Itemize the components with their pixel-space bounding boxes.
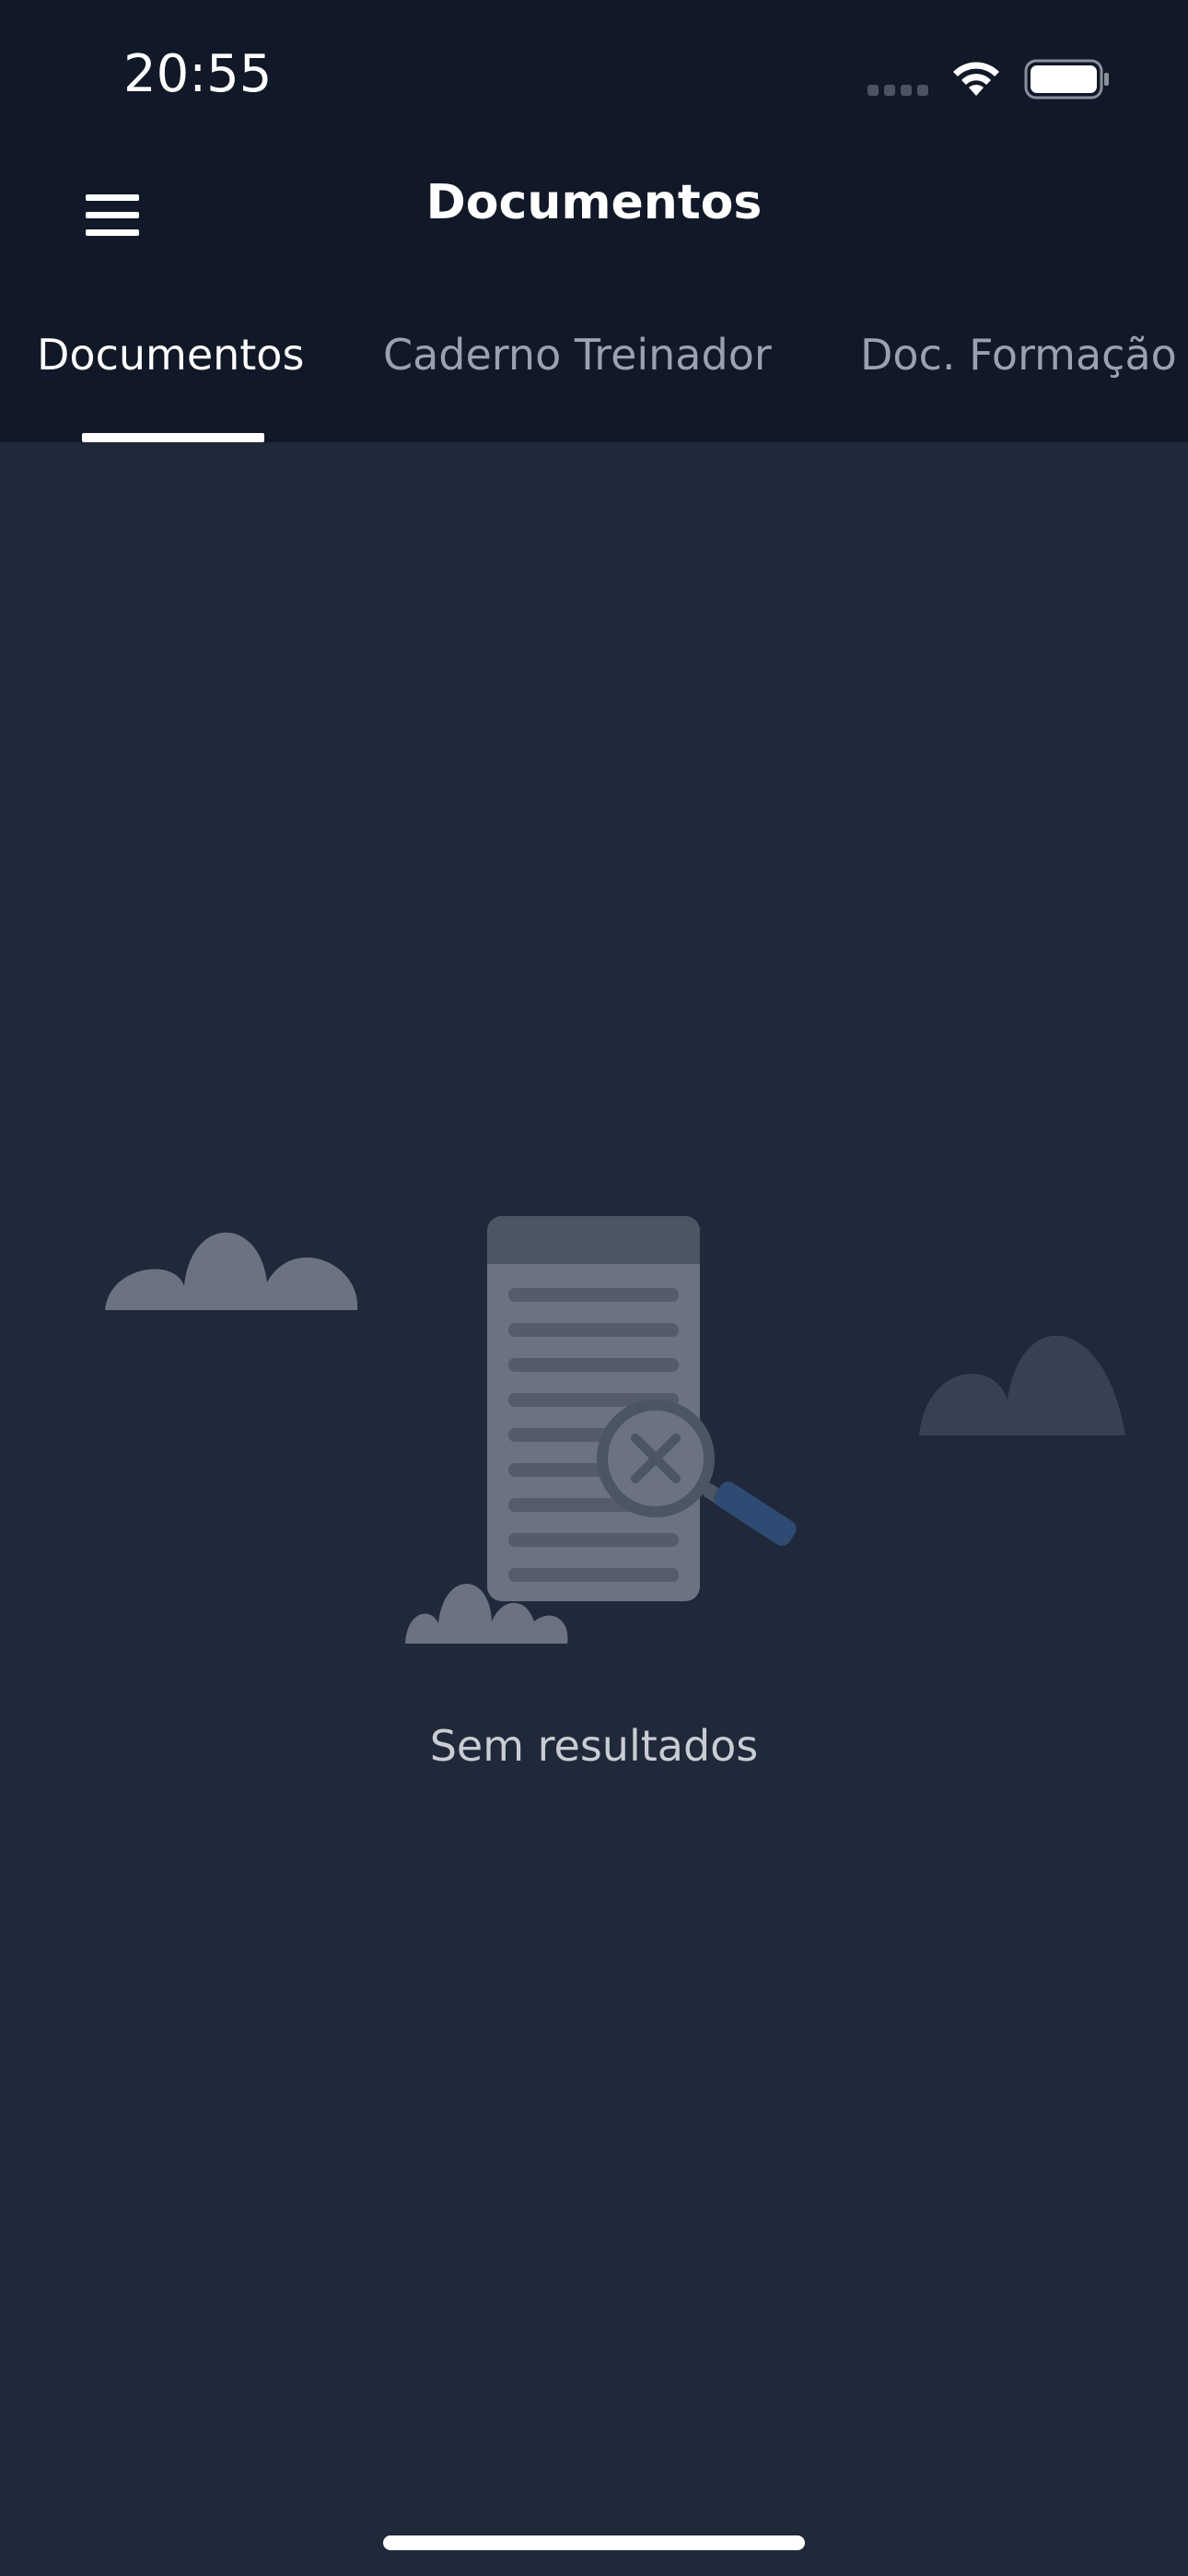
cellular-signal-icon	[868, 85, 928, 96]
page-title: Documentos	[425, 175, 763, 230]
tab-caderno-treinador[interactable]: Caderno Treinador	[383, 330, 772, 380]
home-indicator[interactable]	[383, 2535, 805, 2550]
tab-documentos[interactable]: Documentos	[37, 330, 304, 380]
app-header: Documentos	[0, 147, 1188, 295]
battery-icon	[1024, 59, 1109, 100]
document-search-not-found-illustration	[105, 1216, 1125, 1644]
status-bar: 20:55	[0, 0, 1188, 147]
active-tab-indicator	[82, 433, 264, 442]
hill-right-decoration	[919, 1335, 1125, 1435]
cloud-left-decoration	[105, 1232, 358, 1310]
wifi-icon	[953, 62, 999, 96]
status-time: 20:55	[123, 44, 273, 104]
tab-doc-formacao[interactable]: Doc. Formação	[860, 330, 1177, 380]
tab-bar: Documentos Caderno Treinador Doc. Formaç…	[0, 295, 1188, 442]
empty-state-message: Sem resultados	[429, 1721, 759, 1771]
